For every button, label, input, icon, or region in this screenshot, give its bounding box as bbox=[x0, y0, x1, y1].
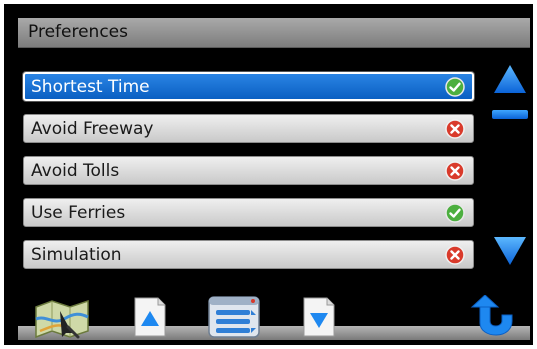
page-up-icon bbox=[134, 297, 166, 337]
back-button[interactable] bbox=[470, 295, 516, 339]
page-up-button[interactable] bbox=[134, 297, 166, 337]
map-icon bbox=[35, 299, 89, 339]
x-icon bbox=[445, 245, 465, 265]
x-icon bbox=[445, 119, 465, 139]
preference-label: Avoid Freeway bbox=[31, 119, 154, 139]
menu-button[interactable] bbox=[207, 295, 261, 339]
bottom-toolbar bbox=[18, 293, 530, 340]
page-title: Preferences bbox=[28, 22, 128, 42]
triangle-up-icon bbox=[494, 65, 526, 93]
device-frame: Preferences Shortest Time Avoid Freeway … bbox=[4, 4, 533, 345]
x-icon bbox=[445, 161, 465, 181]
page-down-button[interactable] bbox=[303, 297, 335, 337]
preference-item-use-ferries[interactable]: Use Ferries bbox=[23, 198, 474, 227]
toolbar-strip bbox=[18, 326, 530, 340]
scroll-thumb[interactable] bbox=[492, 110, 528, 119]
preference-label: Use Ferries bbox=[31, 203, 126, 223]
check-icon bbox=[445, 77, 465, 97]
preference-label: Avoid Tolls bbox=[31, 161, 120, 181]
scroll-down-button[interactable] bbox=[492, 235, 528, 267]
title-bar: Preferences bbox=[18, 18, 530, 48]
scroll-up-button[interactable] bbox=[492, 63, 528, 95]
page-down-icon bbox=[303, 297, 335, 337]
preference-item-simulation[interactable]: Simulation bbox=[23, 240, 474, 269]
preference-label: Shortest Time bbox=[31, 77, 150, 97]
back-arrow-icon bbox=[470, 295, 513, 336]
preference-label: Simulation bbox=[31, 245, 122, 265]
preference-item-shortest-time[interactable]: Shortest Time bbox=[23, 72, 474, 101]
map-button[interactable] bbox=[32, 297, 92, 339]
check-icon bbox=[445, 203, 465, 223]
preference-item-avoid-tolls[interactable]: Avoid Tolls bbox=[23, 156, 474, 185]
preference-item-avoid-freeway[interactable]: Avoid Freeway bbox=[23, 114, 474, 143]
list-menu-icon bbox=[208, 296, 260, 338]
preferences-screen: Preferences Shortest Time Avoid Freeway … bbox=[18, 18, 530, 340]
triangle-down-icon bbox=[494, 237, 526, 265]
